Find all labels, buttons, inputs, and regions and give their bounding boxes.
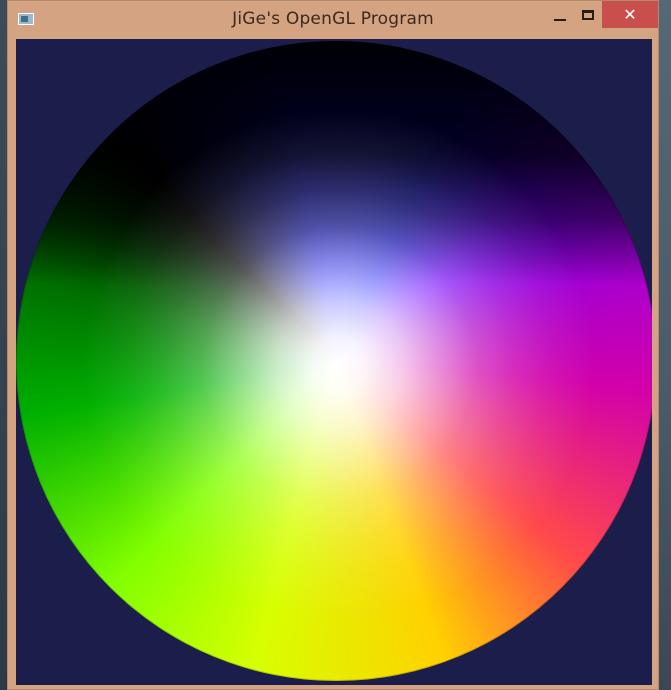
opengl-client-area[interactable] [16,39,652,685]
background-right-edge [658,0,671,690]
opengl-window: JiGe's OpenGL Program ✕ [7,0,659,690]
minimize-button[interactable] [546,1,574,28]
window-icon[interactable] [18,13,34,25]
maximize-button[interactable] [574,1,602,28]
window-controls: ✕ [546,1,658,28]
sphere-edge [16,41,652,681]
color-sphere [16,41,652,681]
close-button[interactable]: ✕ [602,1,658,28]
minimize-icon [554,18,566,21]
window-titlebar[interactable]: JiGe's OpenGL Program ✕ [8,1,658,39]
close-icon: ✕ [623,4,637,24]
maximize-icon [582,9,594,20]
